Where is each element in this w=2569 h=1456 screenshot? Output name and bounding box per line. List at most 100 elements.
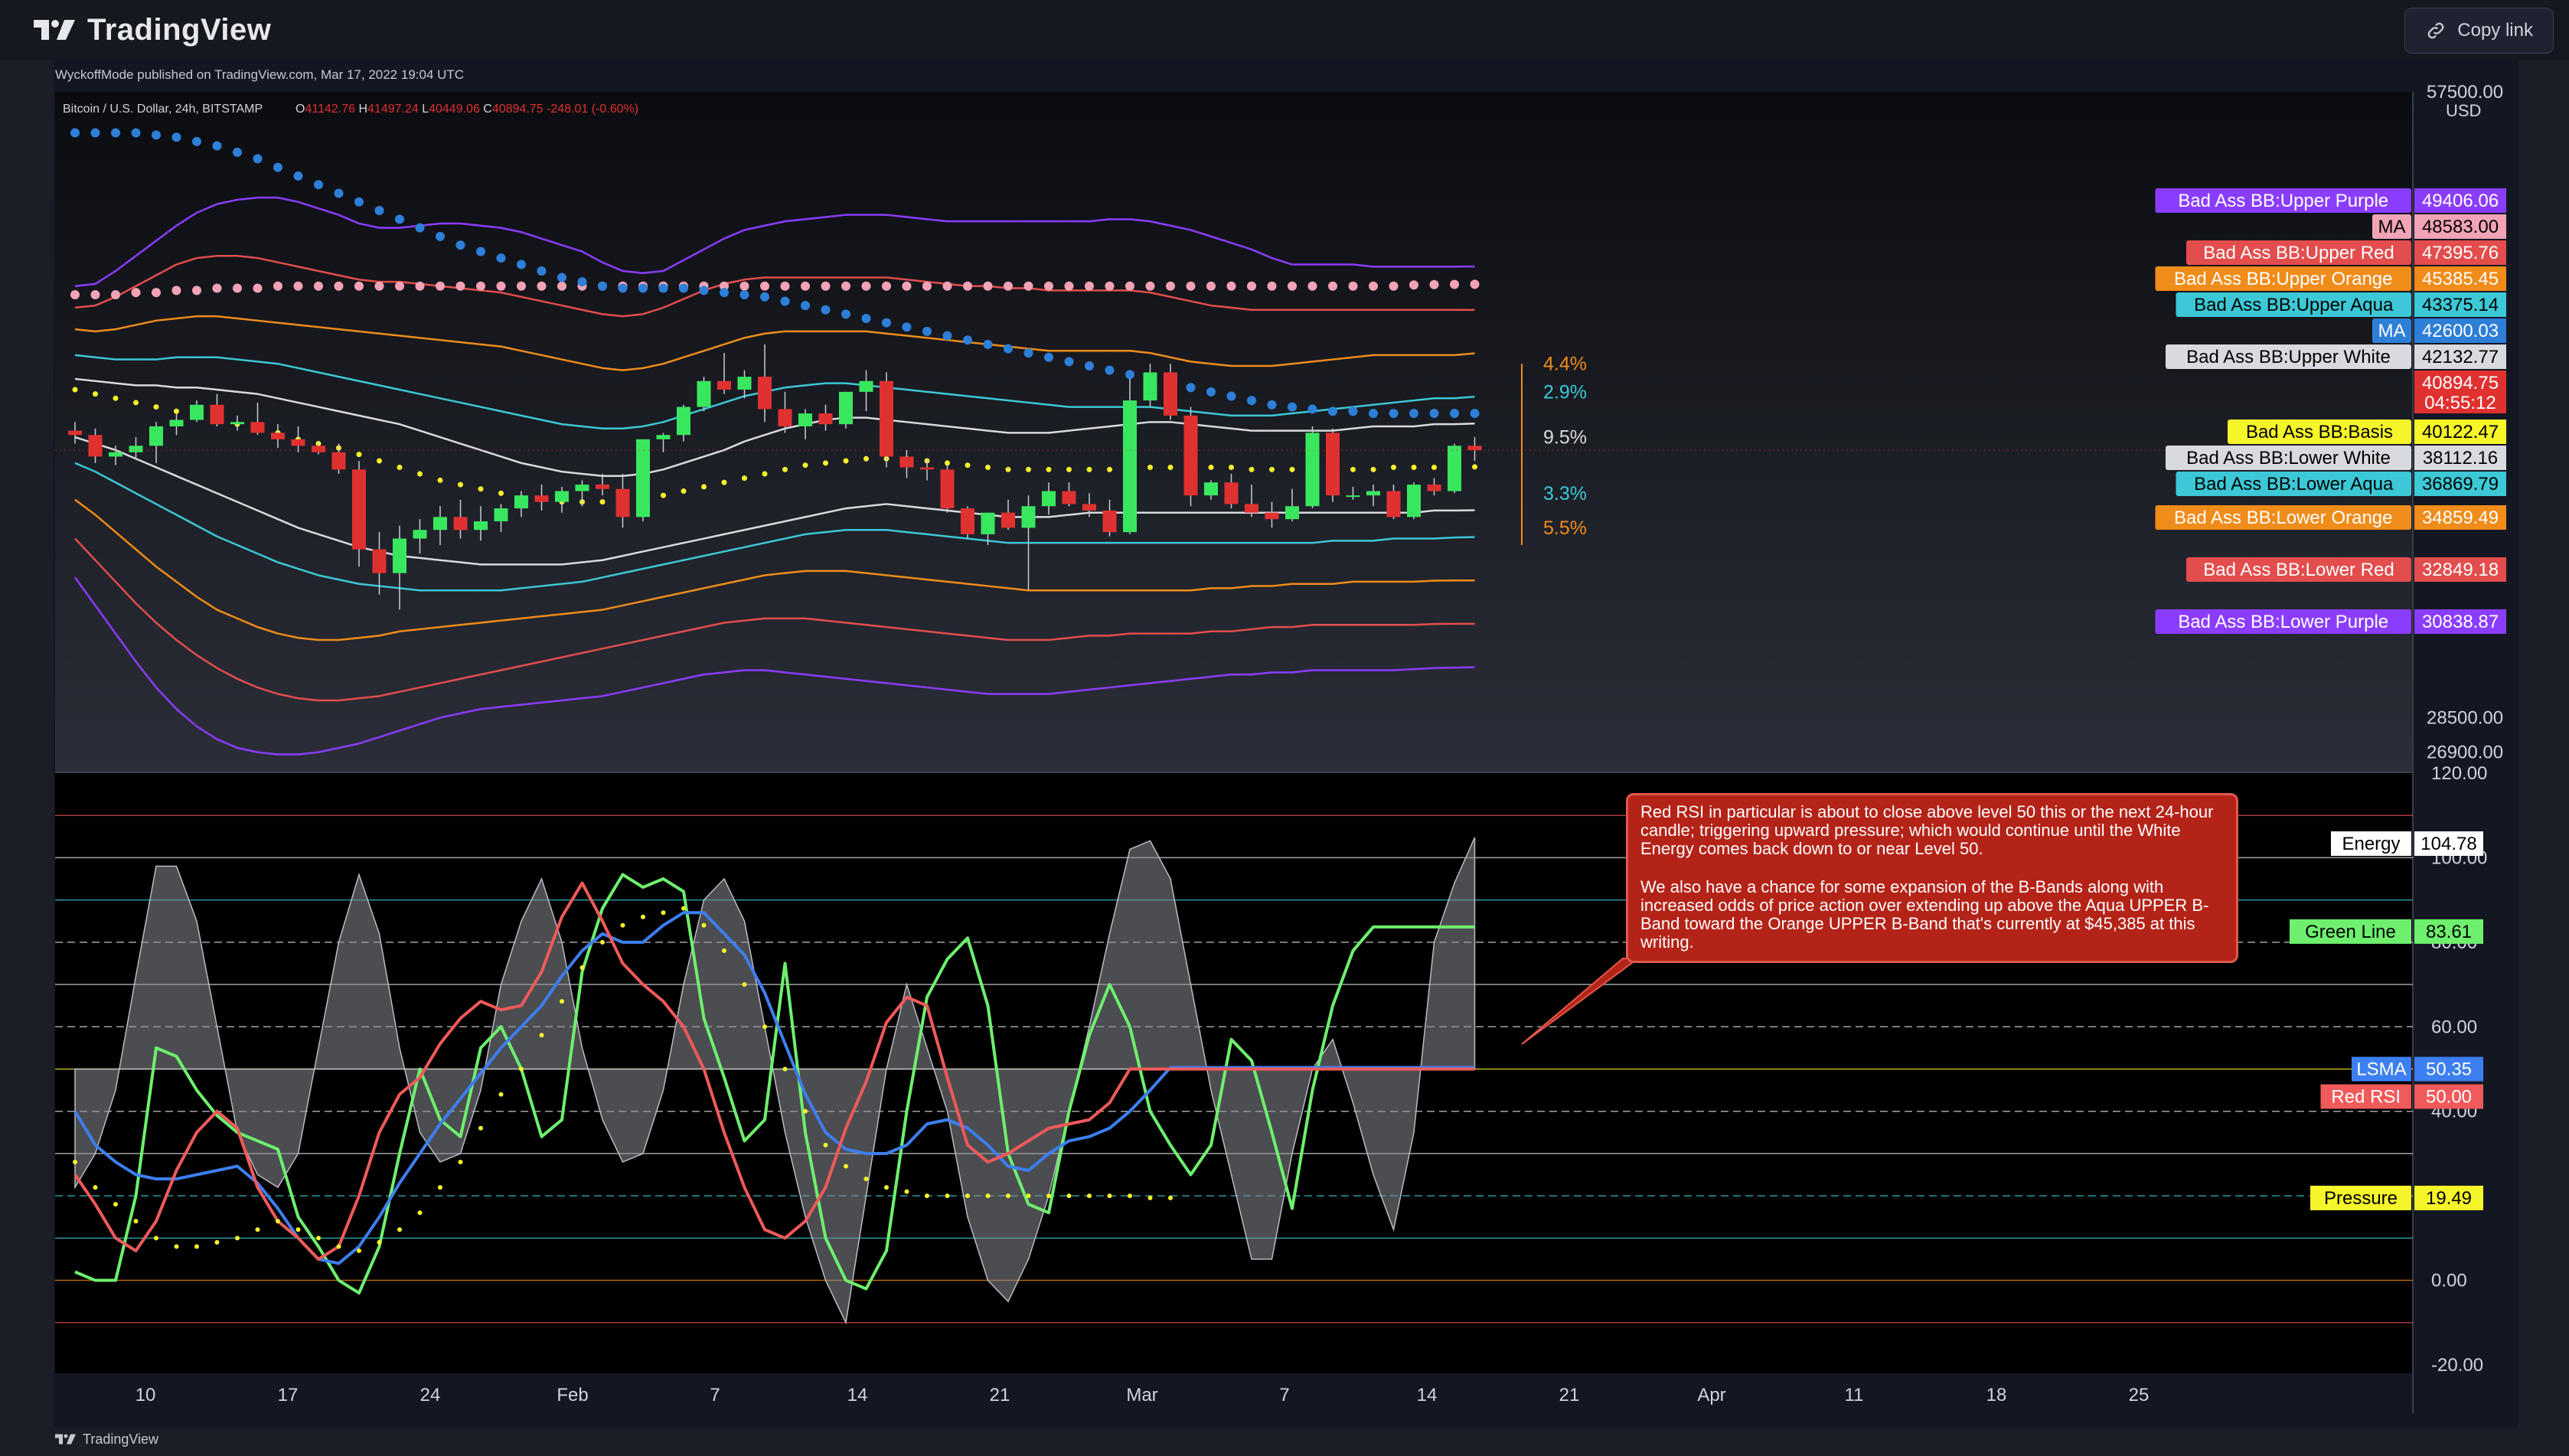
ma-dot-5 (498, 490, 504, 496)
ma-dot-11 (1307, 281, 1317, 291)
spread-label: 9.5% (1543, 427, 1587, 449)
candle-down (717, 380, 731, 390)
ma-dot-11 (233, 283, 242, 293)
ma-dot-5 (1026, 466, 1031, 472)
ohlc-open: 41142.76 (305, 103, 355, 116)
ma-dot-5 (1086, 466, 1092, 472)
series-value-label: 43375.14 (2422, 295, 2499, 315)
candle-down (818, 413, 833, 425)
ma-dot-11 (90, 289, 100, 299)
osc-tick-label: 60.00 (2431, 1017, 2477, 1037)
ma-dot-11 (557, 281, 566, 291)
ohlc-high: 41497.24 (367, 103, 419, 116)
candle-down (352, 469, 366, 550)
series-name-label: Bad Ass BB:Upper Aqua (2194, 295, 2394, 315)
candle-up (737, 377, 752, 390)
x-tick-label: 21 (1559, 1385, 1580, 1405)
series-value-label: 38112.16 (2423, 448, 2498, 468)
ma-dot-11 (1409, 280, 1418, 290)
ma-dot-12 (334, 188, 344, 198)
ma-dot-5 (1167, 465, 1174, 471)
ma-dot-11 (1105, 281, 1115, 291)
ma-dot-11 (739, 281, 749, 291)
x-tick-label: 7 (710, 1385, 720, 1405)
ma-dot-11 (436, 281, 445, 291)
osc-value-label: 50.00 (2426, 1086, 2472, 1107)
ma-dot-11 (171, 286, 181, 295)
ma-dot-5 (437, 477, 443, 483)
candle-down (596, 485, 609, 489)
ma-dot-5 (417, 471, 423, 477)
ma-dot-12 (537, 266, 547, 276)
series-value-label: 32849.18 (2422, 560, 2499, 580)
ma-dot-11 (354, 281, 364, 291)
pressure-dot (316, 1236, 321, 1241)
candle-up (1204, 482, 1218, 496)
pressure-dot (965, 1193, 970, 1199)
series-name-label: Bad Ass BB:Upper White (2186, 347, 2391, 367)
candle-up (1448, 446, 1461, 491)
pressure-dot (539, 1033, 544, 1038)
osc-tick-label: -20.00 (2431, 1355, 2483, 1376)
ma-dot-5 (153, 404, 159, 410)
ma-dot-12 (557, 273, 566, 282)
osc-tick-label: 120.00 (2431, 763, 2487, 784)
ma-dot-11 (1450, 279, 1459, 289)
countdown-label: 04:55:12 (2424, 393, 2496, 413)
ma-dot-12 (1409, 409, 1418, 419)
annotation-note[interactable]: Red RSI in particular is about to close … (1626, 793, 2238, 963)
pressure-dot (620, 922, 625, 928)
pressure-dot (113, 1202, 118, 1207)
pressure-dot (73, 1159, 77, 1164)
ma-dot-12 (1429, 409, 1439, 419)
ma-dot-12 (739, 289, 749, 299)
ma-dot-12 (253, 154, 263, 164)
candle-down (1224, 482, 1239, 504)
ma-dot-5 (1005, 466, 1011, 472)
currency-label: USD (2446, 101, 2481, 120)
ma-dot-5 (1289, 466, 1295, 472)
candle-down (331, 452, 346, 470)
candle-up (1346, 495, 1360, 498)
candle-up (636, 439, 650, 517)
ma-dot-12 (720, 288, 729, 298)
pressure-dot (133, 1219, 139, 1224)
ma-dot-11 (760, 281, 769, 291)
ma-dot-5 (1411, 465, 1417, 471)
bottom-brand[interactable]: TradingView (55, 1425, 158, 1453)
pressure-dot (823, 1142, 828, 1147)
ma-dot-11 (253, 283, 263, 293)
ma-dot-5 (1391, 465, 1396, 471)
pressure-dot (782, 1066, 788, 1072)
chart-canvas[interactable]: 4.4% 2.9% 9.5% 3.3% 5.5% 10 17 24 Feb 7 14 21 Mar 7 1… (0, 0, 2569, 1456)
ma-dot-12 (598, 281, 607, 291)
ma-dot-12 (1044, 352, 1053, 362)
pressure-dot (397, 1227, 402, 1232)
ma-dot-5 (174, 408, 179, 414)
candle-down (1001, 512, 1015, 528)
osc-name-label: LSMA (2356, 1059, 2406, 1080)
pressure-dot (722, 948, 726, 953)
ma-dot-11 (942, 281, 952, 291)
ma-dot-11 (1226, 281, 1236, 291)
candle-down (534, 495, 549, 502)
ma-dot-11 (517, 281, 526, 291)
candle-down (312, 446, 325, 452)
series-value-label: 30838.87 (2422, 612, 2499, 632)
ma-dot-12 (171, 132, 181, 142)
candle-down (1386, 491, 1401, 517)
candle-down (291, 439, 305, 446)
ma-dot-11 (1470, 279, 1480, 289)
ma-dot-11 (963, 281, 972, 291)
price-tick-label: 57500.00 (2427, 82, 2503, 103)
ma-dot-11 (70, 289, 80, 299)
ma-dot-11 (131, 288, 141, 298)
ma-dot-11 (1348, 281, 1358, 291)
ma-dot-12 (1206, 387, 1216, 397)
candle-down (920, 467, 934, 470)
series-value-label: 49406.06 (2422, 191, 2499, 211)
ma-dot-5 (1066, 466, 1072, 472)
pressure-dot (762, 1024, 767, 1030)
pressure-dot (600, 939, 605, 945)
ma-dot-5 (985, 465, 991, 471)
